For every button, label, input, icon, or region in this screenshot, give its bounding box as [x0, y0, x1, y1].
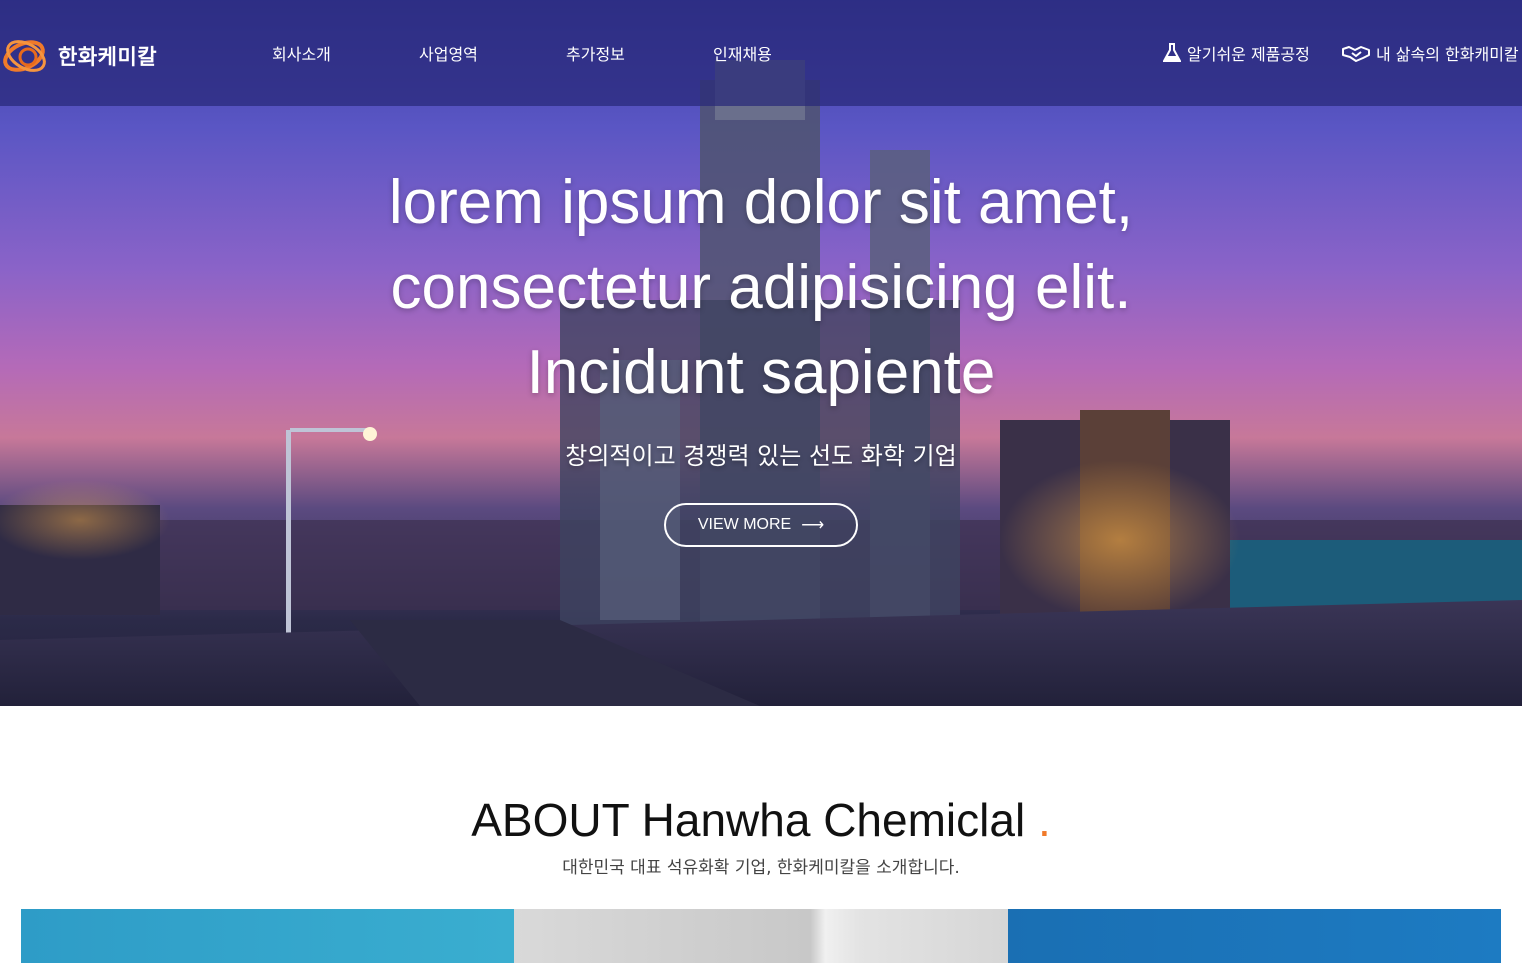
about-title-text: ABOUT Hanwha Chemiclal [471, 794, 1026, 846]
arrow-right-icon: ⟶ [801, 517, 825, 534]
life-with-hanwha-link[interactable]: 내 삶속의 한화캐미칼 [1342, 41, 1519, 65]
about-cards [21, 909, 1501, 963]
logo[interactable]: 한화케미칼 [0, 30, 157, 82]
hero-headline-line-1: lorem ipsum dolor sit amet, [388, 168, 1134, 237]
about-title-dot: . [1037, 794, 1051, 846]
hero-banner: 한화케미칼 회사소개 사업영역 추가정보 인재채용 알기쉬운 제품공정 내 삶속… [0, 0, 1522, 706]
menu-item-more-info[interactable]: 추가정보 [566, 41, 625, 65]
view-more-button[interactable]: VIEW MORE ⟶ [664, 503, 858, 547]
about-title: ABOUT Hanwha Chemiclal . [0, 793, 1522, 847]
brand-name: 한화케미칼 [58, 45, 158, 69]
product-process-label: 알기쉬운 제품공정 [1187, 45, 1310, 64]
about-subtitle: 대한민국 대표 석유화확 기업, 한화케미칼을 소개합니다. [562, 858, 960, 878]
about-card-2[interactable] [514, 909, 1008, 963]
menu-item-business[interactable]: 사업영역 [419, 41, 478, 65]
hero-headline: lorem ipsum dolor sit amet, consectetur … [0, 160, 1522, 415]
view-more-label: VIEW MORE [697, 516, 792, 533]
about-card-3[interactable] [1007, 909, 1501, 963]
about-card-1[interactable] [21, 909, 515, 963]
handshake-icon [1342, 46, 1370, 62]
flask-icon [1163, 43, 1181, 62]
hero-subtitle: 창의적이고 경쟁력 있는 선도 화학 기업 [565, 442, 957, 470]
hanwha-orbit-logo [3, 40, 46, 72]
hero-headline-line-2: consectetur adipisicing elit. [390, 253, 1132, 322]
top-navigation: 한화케미칼 회사소개 사업영역 추가정보 인재채용 알기쉬운 제품공정 내 삶속… [0, 0, 1522, 106]
menu-item-recruit[interactable]: 인재채용 [713, 41, 772, 65]
menu-item-company[interactable]: 회사소개 [272, 41, 331, 65]
hero-headline-line-3: Incidunt sapiente [526, 338, 996, 407]
product-process-link[interactable]: 알기쉬운 제품공정 [1163, 41, 1310, 65]
life-with-hanwha-label: 내 삶속의 한화캐미칼 [1376, 45, 1519, 64]
